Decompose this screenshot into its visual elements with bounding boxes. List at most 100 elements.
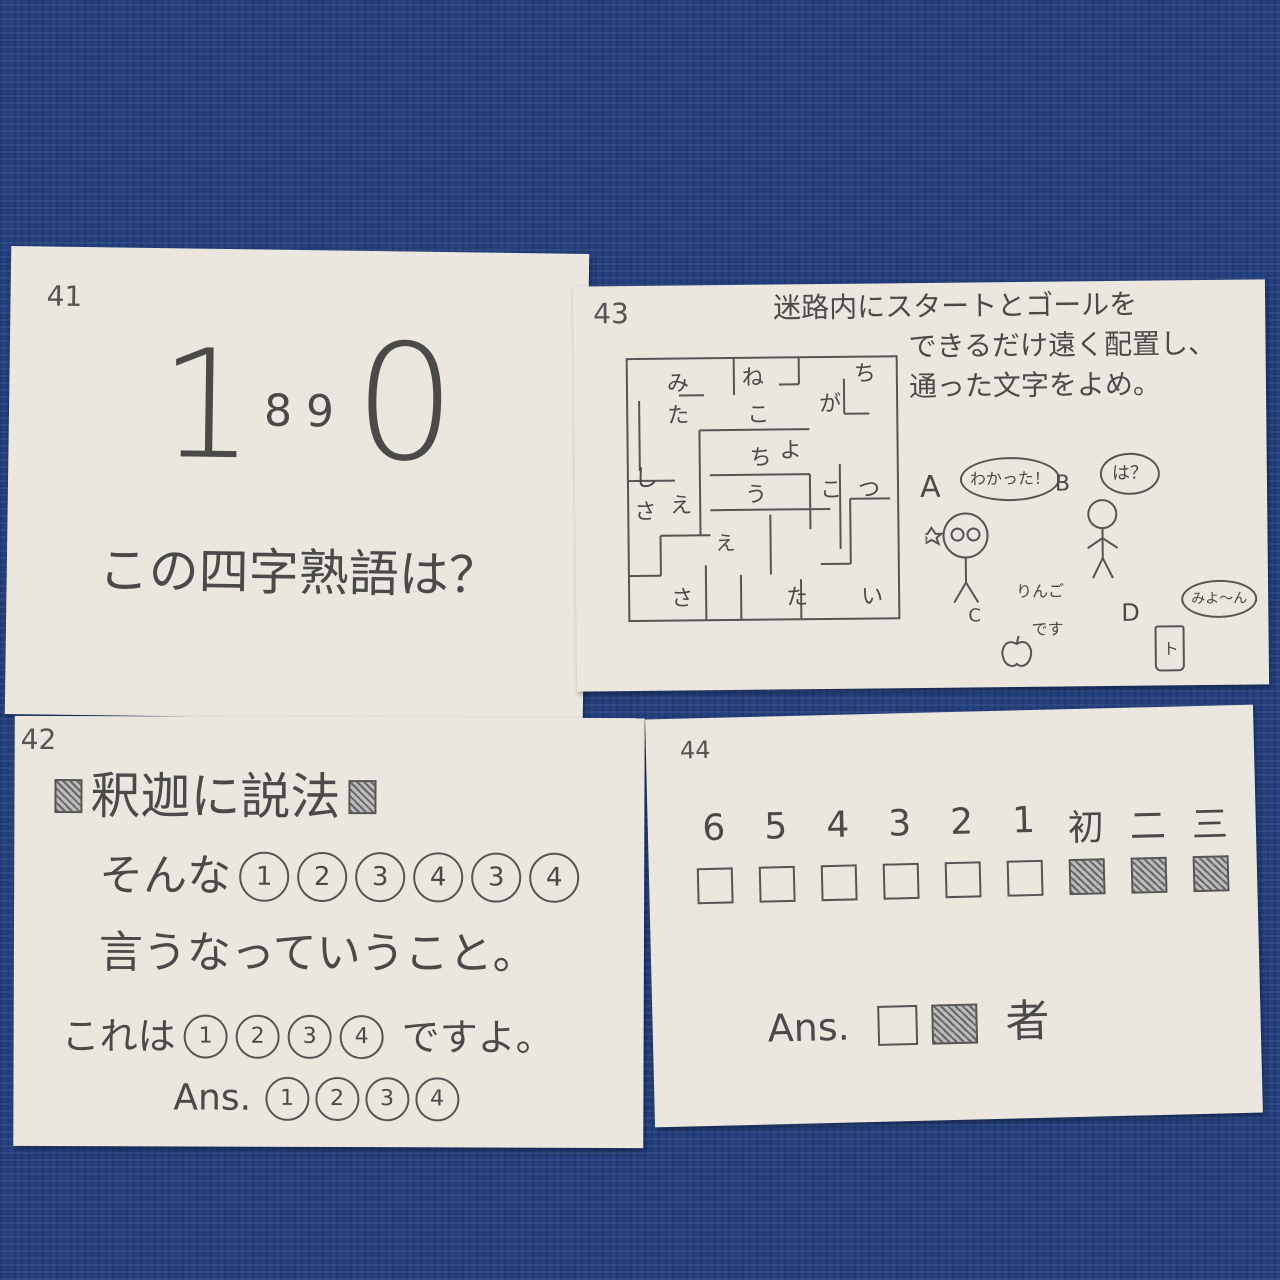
line-4: これは 1 2 3 4 ですよ。 [62, 1014, 554, 1060]
circled-number: 3 [364, 1077, 410, 1122]
line-2: そんな 1 2 3 4 3 4 [99, 850, 580, 903]
small-digits: 8 9 [263, 385, 335, 438]
answer-line: Ans. 者 [767, 995, 1051, 1051]
line-1-text: 釈迦に説法 [90, 767, 341, 827]
grid-cell: 6 [687, 807, 741, 905]
maze-char: ち [854, 361, 876, 386]
instruction-line-3: 通った文字をよめ。 [908, 367, 1162, 404]
maze-char: う [745, 483, 767, 508]
char-c-speech-1: りんご [1016, 581, 1065, 602]
big-digit-1: 1 [157, 318, 256, 494]
hatched-box [1192, 855, 1230, 893]
hatched-box [1130, 856, 1168, 894]
char-a-label: A [919, 469, 941, 506]
apple-icon [1001, 635, 1033, 667]
maze-char: さ [671, 586, 693, 611]
hatched-box [1068, 858, 1106, 896]
grid-header: 2 [949, 801, 974, 844]
card-43: 43 迷路内にスタートとゴールを できるだけ遠く配置し、 通った文字をよめ。 み… [572, 279, 1270, 692]
char-b-speech: は？ [1099, 452, 1161, 496]
maze-char: い [861, 584, 883, 609]
maze-char: し [634, 464, 658, 492]
stick-figure-b [1087, 499, 1119, 579]
char-b-label: B [1054, 471, 1071, 497]
char-d-label: D [1121, 598, 1140, 627]
card-number: 42 [20, 722, 57, 757]
grid-cell: 5 [749, 806, 803, 903]
char-a-speech: わかった！ [959, 456, 1061, 502]
maze-char: え [670, 493, 692, 518]
answer-line: Ans. 1 2 3 4 [173, 1076, 460, 1122]
card-number: 44 [679, 735, 711, 765]
hatched-box-icon [348, 780, 377, 815]
empty-box [696, 867, 734, 905]
stick-figure-a [925, 512, 989, 604]
circled-number: 2 [314, 1076, 360, 1122]
question-text: この四字熟語は？ [98, 541, 500, 605]
maze-char: こ [747, 403, 769, 428]
circled-number: 1 [183, 1014, 228, 1059]
circled-number: 2 [235, 1014, 280, 1059]
ans-suffix: 者 [1004, 995, 1051, 1048]
grid-header: 5 [763, 806, 788, 848]
big-digit-0: 0 [352, 308, 458, 498]
grid-header: 6 [701, 807, 726, 850]
maze-char: つ [858, 477, 880, 502]
cup-mark: ト [1162, 639, 1179, 659]
card-41: 41 1 8 9 0 この四字熟語は？ [4, 245, 590, 723]
line-1: 釈迦に説法 [54, 767, 377, 827]
instruction-line-1: 迷路内にスタートとゴールを [772, 287, 1138, 325]
empty-box [882, 862, 920, 900]
grid-header: 三 [1191, 804, 1229, 847]
line-3: 言うなっていうこと。 [98, 927, 537, 980]
circled-number: 4 [414, 1077, 460, 1122]
maze-char: よ [779, 438, 801, 463]
maze-char: た [667, 403, 689, 428]
empty-box [944, 861, 982, 899]
ans-label: Ans. [173, 1077, 252, 1119]
grid-cell: 初 [1059, 798, 1113, 896]
circled-number: 3 [355, 852, 406, 903]
empty-box [758, 865, 796, 903]
circled-number: 1 [239, 851, 290, 902]
empty-box [1006, 859, 1044, 897]
card-44: 44 6 5 4 3 2 1 初 二 三 Ans. 者 [645, 704, 1263, 1128]
card-42: 42 釈迦に説法 そんな 1 2 3 4 3 4 言うなっていうこと。 これは … [13, 715, 645, 1149]
grid-row: 6 5 4 3 2 1 初 二 三 [687, 795, 1237, 905]
maze-char: が [819, 392, 841, 417]
grid-cell: 3 [873, 803, 927, 900]
instruction-line-2: できるだけ遠く配置し、 [908, 326, 1217, 364]
grid-cell: 二 [1121, 797, 1175, 894]
maze-char: ち [750, 446, 772, 471]
circled-number: 4 [529, 852, 580, 903]
circled-number: 2 [297, 851, 348, 903]
maze-char: た [786, 585, 808, 610]
circled-number: 3 [287, 1014, 332, 1060]
ans-label: Ans. [767, 1004, 851, 1051]
maze-char: み [667, 371, 689, 396]
grid-header: 1 [1011, 799, 1036, 842]
circled-number: 3 [471, 852, 522, 903]
grid-header: 二 [1129, 805, 1167, 848]
char-c-label: C [968, 605, 982, 627]
grid-cell: 1 [997, 800, 1051, 897]
hatched-box [931, 1003, 979, 1045]
maze-char: こ [820, 478, 842, 503]
maze-drawing: み ね ち た こ が ち よ し さ え う こ つ え さ た い [625, 355, 901, 623]
empty-box [877, 1004, 919, 1046]
line-4-suffix: ですよ。 [401, 1015, 554, 1060]
maze-char: え [715, 531, 735, 555]
grid-cell: 三 [1183, 795, 1237, 893]
maze-char: ね [742, 366, 764, 391]
circled-number: 1 [264, 1076, 310, 1121]
char-d-speech: みよ〜ん [1181, 579, 1258, 619]
card-number: 43 [593, 297, 629, 331]
maze-char: さ [634, 500, 656, 525]
card-number: 41 [46, 279, 83, 313]
circled-number: 4 [413, 852, 464, 903]
grid-header: 4 [825, 804, 850, 847]
circled-number: 4 [339, 1015, 384, 1060]
grid-cell: 2 [935, 801, 989, 899]
grid-cell: 4 [811, 804, 865, 902]
grid-header: 3 [887, 803, 912, 845]
